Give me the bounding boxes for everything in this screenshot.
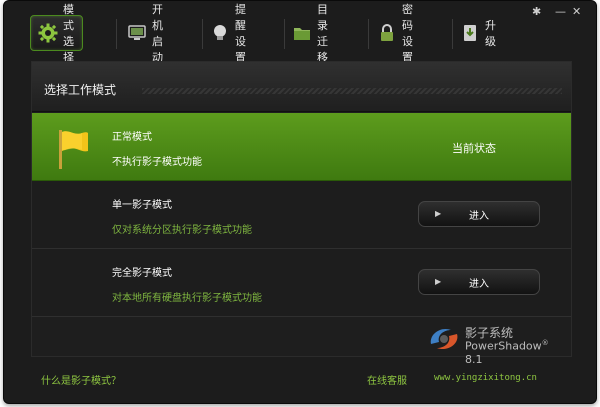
mode-title: 完全影子模式 [112,268,172,279]
close-button[interactable]: ✕ [572,6,581,17]
button-label: 进入 [469,278,489,290]
play-arrow-icon: ▶ [435,277,442,286]
mode-row-normal[interactable]: 正常模式 不执行影子模式功能 当前状态 [32,113,571,181]
folder-icon [292,23,312,43]
app-window: ✱ — ✕ 模式选择 开机启动 提醒设置 目录迁移 密码设置 升级 选择工作模式… [3,0,597,404]
what-is-shadow-mode-link[interactable]: 什么是影子模式？ [41,372,121,387]
logo-swirl-icon [430,328,458,350]
tab-divider [452,19,453,49]
panel-title: 选择工作模式 [44,83,117,97]
tab-password[interactable]: 密码设置 [377,3,413,64]
download-icon [460,23,480,43]
online-service-link[interactable]: 在线客服 [367,372,407,387]
tab-mode-select[interactable]: 模式选择 [30,3,83,64]
gear-icon [38,23,58,43]
tab-startup[interactable]: 开机启动 [127,3,163,64]
tab-label: 目录迁移 [317,3,328,64]
mode-description: 对本地所有硬盘执行影子模式功能 [112,293,262,304]
header-decoration [142,88,562,94]
tab-divider [284,19,285,49]
website-link[interactable]: www.yingzixitong.cn [434,373,537,383]
button-label: 进入 [469,210,489,222]
logo-version: PowerShadow® 8.1 [465,339,567,366]
settings-icon[interactable]: ✱ [532,6,541,17]
tab-divider [202,19,203,49]
computer-icon [127,23,147,43]
play-arrow-icon: ▶ [435,209,442,218]
tab-divider [116,19,117,49]
tab-directory-migration[interactable]: 目录迁移 [292,3,328,64]
enter-full-shadow-button[interactable]: ▶ 进入 [418,269,540,295]
mode-panel: 选择工作模式 正常模式 不执行影子模式功能 当前状态 单一影子模式 仅对系统分区… [31,61,572,357]
minimize-button[interactable]: — [555,6,566,17]
mode-description: 仅对系统分区执行影子模式功能 [112,225,252,236]
logo-version-number: 8.1 [465,352,483,366]
lightbulb-icon [210,23,230,43]
tab-divider [368,19,369,49]
tab-upgrade[interactable]: 升级 [460,15,496,51]
mode-description: 不执行影子模式功能 [112,157,202,168]
tab-reminder[interactable]: 提醒设置 [210,3,246,64]
current-status-label: 当前状态 [452,142,496,155]
mode-row-single-shadow: 单一影子模式 仅对系统分区执行影子模式功能 ▶ 进入 [32,181,571,249]
panel-header: 选择工作模式 [32,62,571,112]
product-logo: 影子系统 PowerShadow® 8.1 [427,321,567,366]
logo-registered-mark: ® [541,339,549,347]
mode-title: 正常模式 [112,132,152,143]
logo-version-text: PowerShadow [465,339,542,353]
mode-title: 单一影子模式 [112,200,172,211]
enter-single-shadow-button[interactable]: ▶ 进入 [418,201,540,227]
tab-label: 升级 [485,19,496,48]
flag-icon [59,130,88,169]
tab-label: 密码设置 [402,3,413,64]
mode-row-full-shadow: 完全影子模式 对本地所有硬盘执行影子模式功能 ▶ 进入 [32,249,571,317]
lock-icon [377,23,397,43]
tab-label: 开机启动 [152,3,163,64]
tab-label: 提醒设置 [235,3,246,64]
tab-label: 模式选择 [63,3,74,64]
